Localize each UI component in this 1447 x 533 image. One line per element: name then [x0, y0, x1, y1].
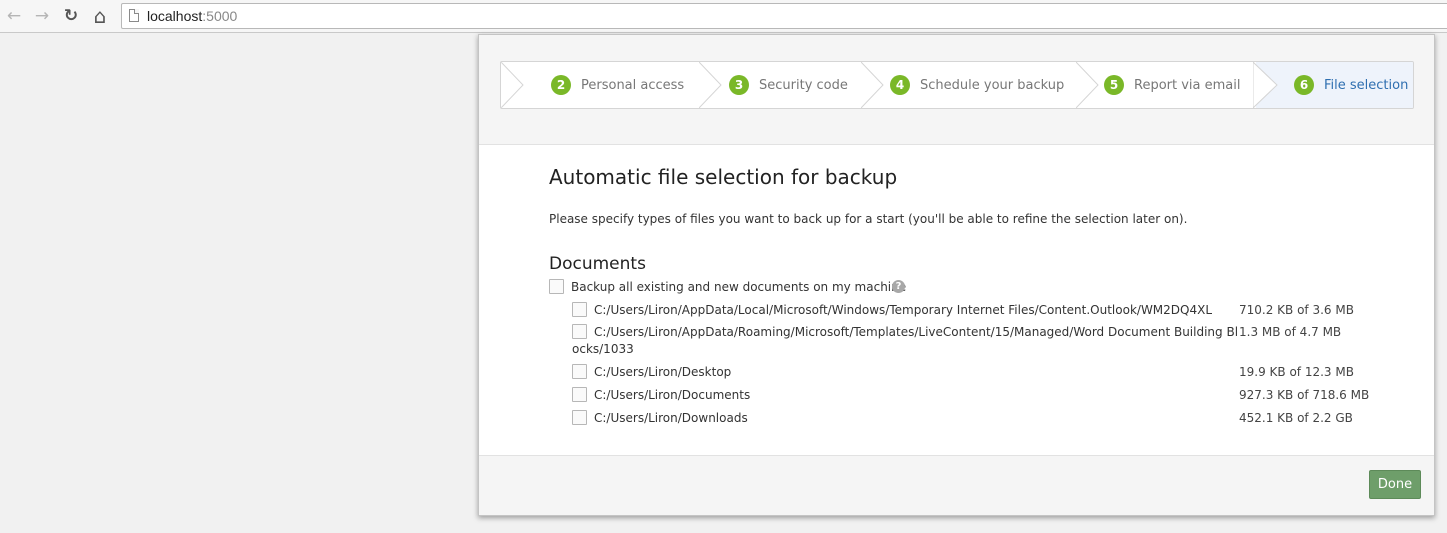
step-separator	[1253, 62, 1278, 108]
step-label: File selection	[1324, 77, 1409, 93]
panel-footer: Done	[479, 455, 1434, 515]
folder-path: C:/Users/Liron/AppData/Local/Microsoft/W…	[594, 303, 1213, 317]
step-separator	[861, 62, 884, 108]
step-number-badge: 3	[729, 75, 749, 95]
page-icon	[129, 9, 139, 22]
folder-size: 19.9 KB of 12.3 MB	[1239, 365, 1354, 379]
folder-size: 452.1 KB of 2.2 GB	[1239, 411, 1353, 425]
folder-size: 710.2 KB of 3.6 MB	[1239, 303, 1354, 317]
wizard-step-personal-access[interactable]: 2 Personal access	[551, 62, 701, 108]
wizard-steps: 2 Personal access 3 Security code 4 Sche…	[500, 61, 1414, 109]
done-button[interactable]: Done	[1369, 470, 1421, 499]
step-separator	[501, 62, 524, 108]
step-separator	[1076, 62, 1099, 108]
reload-icon[interactable]: ↻	[60, 5, 82, 27]
help-icon[interactable]: ?	[892, 280, 905, 293]
folder-path: C:/Users/Liron/AppData/Roaming/Microsoft…	[594, 325, 1239, 339]
folder-path-continued: ocks/1033	[572, 342, 634, 356]
browser-toolbar: ← → ↻ ⌂ localhost:5000	[0, 0, 1447, 33]
home-icon[interactable]: ⌂	[89, 5, 111, 27]
step-number-badge: 2	[551, 75, 571, 95]
backup-setup-panel: 2 Personal access 3 Security code 4 Sche…	[478, 34, 1435, 516]
wizard-step-security-code[interactable]: 3 Security code	[729, 62, 859, 108]
step-label: Report via email	[1134, 77, 1241, 93]
step-label: Schedule your backup	[920, 77, 1065, 93]
step-separator	[699, 62, 722, 108]
page-title: Automatic file selection for backup	[549, 165, 898, 189]
step-number-badge: 5	[1104, 75, 1124, 95]
wizard-step-report-email[interactable]: 5 Report via email	[1104, 62, 1254, 108]
folder-checkbox[interactable]	[572, 364, 587, 379]
forward-icon[interactable]: →	[31, 5, 53, 27]
step-label: Security code	[759, 77, 848, 93]
folder-size: 1.3 MB of 4.7 MB	[1239, 325, 1342, 339]
folder-checkbox[interactable]	[572, 410, 587, 425]
folder-checkbox[interactable]	[572, 387, 587, 402]
wizard-step-file-selection[interactable]: 6 File selection	[1256, 62, 1413, 108]
folder-checkbox[interactable]	[572, 302, 587, 317]
back-icon[interactable]: ←	[3, 5, 25, 27]
panel-header: 2 Personal access 3 Security code 4 Sche…	[479, 35, 1434, 145]
address-bar[interactable]: localhost:5000	[121, 3, 1447, 29]
folder-size: 927.3 KB of 718.6 MB	[1239, 388, 1370, 402]
documents-heading: Documents	[549, 254, 646, 274]
backup-all-checkbox[interactable]	[549, 279, 564, 294]
backup-all-label: Backup all existing and new documents on…	[571, 280, 907, 294]
step-label: Personal access	[581, 77, 685, 93]
step-number-badge: 4	[890, 75, 910, 95]
intro-text: Please specify types of files you want t…	[549, 212, 1188, 226]
address-text: localhost:5000	[147, 8, 237, 24]
address-host: localhost	[147, 8, 203, 24]
folder-path: C:/Users/Liron/Desktop	[594, 365, 732, 379]
folder-path: C:/Users/Liron/Downloads	[594, 411, 748, 425]
wizard-step-schedule-backup[interactable]: 4 Schedule your backup	[890, 62, 1080, 108]
address-port: :5000	[202, 8, 238, 24]
step-number-badge: 6	[1294, 75, 1314, 95]
folder-checkbox[interactable]	[572, 324, 587, 339]
folder-path: C:/Users/Liron/Documents	[594, 388, 751, 402]
